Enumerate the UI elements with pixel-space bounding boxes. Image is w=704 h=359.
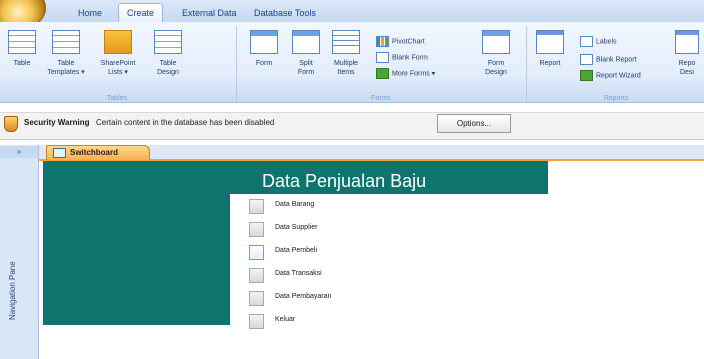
pivotchart-icon bbox=[376, 36, 389, 47]
pivotchart-button[interactable]: PivotChart bbox=[376, 36, 425, 48]
blank-form-icon bbox=[376, 52, 389, 63]
report-design-button[interactable]: Repo Desi bbox=[670, 30, 704, 88]
multiple-items-icon bbox=[332, 30, 360, 54]
menu-button[interactable] bbox=[249, 245, 264, 260]
navigation-pane bbox=[0, 145, 39, 359]
table-templates-button[interactable]: Table Templates ▾ bbox=[46, 30, 86, 88]
more-forms-button[interactable]: More Forms ▾ bbox=[376, 68, 435, 80]
navigation-pane-label[interactable]: Navigation Pane bbox=[8, 260, 20, 320]
menu-button[interactable] bbox=[249, 314, 264, 329]
table-icon bbox=[8, 30, 36, 54]
form-design-button[interactable]: Form Design bbox=[476, 30, 516, 88]
switchboard-tab[interactable]: Switchboard bbox=[46, 145, 150, 160]
security-warning-message: Certain content in the database has been… bbox=[96, 118, 275, 127]
report-design-icon bbox=[675, 30, 699, 54]
tab-database-tools[interactable]: Database Tools bbox=[246, 4, 324, 22]
tables-group-label: Tables bbox=[106, 95, 128, 102]
forms-group-label: Forms bbox=[371, 95, 391, 102]
options-button[interactable]: Options... bbox=[437, 114, 511, 133]
labels-button[interactable]: Labels bbox=[580, 36, 617, 48]
table-templates-icon bbox=[52, 30, 80, 54]
form-icon bbox=[250, 30, 278, 54]
security-warning-title: Security Warning bbox=[24, 118, 90, 127]
sharepoint-lists-icon bbox=[104, 30, 132, 54]
blank-report-icon bbox=[580, 54, 593, 65]
menu-button[interactable] bbox=[249, 291, 264, 306]
blank-form-button[interactable]: Blank Form bbox=[376, 52, 428, 64]
group-divider bbox=[526, 26, 527, 102]
table-button[interactable]: Table bbox=[2, 30, 42, 88]
more-forms-icon bbox=[376, 68, 389, 79]
table-design-icon bbox=[154, 30, 182, 54]
labels-icon bbox=[580, 36, 593, 47]
form-design-icon bbox=[482, 30, 510, 54]
report-wizard-icon bbox=[580, 70, 593, 81]
menu-button[interactable] bbox=[249, 268, 264, 283]
tab-create[interactable]: Create bbox=[118, 3, 164, 24]
sharepoint-lists-button[interactable]: SharePoint Lists ▾ bbox=[98, 30, 138, 88]
multiple-items-button[interactable]: Multiple Items bbox=[326, 30, 366, 88]
table-design-button[interactable]: Table Design bbox=[148, 30, 188, 88]
report-icon bbox=[536, 30, 564, 54]
nav-pane-toggle[interactable]: » bbox=[0, 146, 38, 158]
form-button[interactable]: Form bbox=[244, 30, 284, 88]
group-divider bbox=[236, 26, 237, 102]
split-form-icon bbox=[292, 30, 320, 54]
blank-report-button[interactable]: Blank Report bbox=[580, 54, 636, 66]
split-form-button[interactable]: Split Form bbox=[286, 30, 326, 88]
form-title: Data Penjualan Baju bbox=[262, 171, 427, 191]
reports-group-label: Reports bbox=[603, 95, 629, 102]
tab-external-data[interactable]: External Data bbox=[174, 4, 245, 22]
tab-home[interactable]: Home bbox=[70, 4, 110, 22]
menu-button[interactable] bbox=[249, 199, 264, 214]
shield-icon bbox=[4, 116, 18, 132]
form-icon bbox=[53, 147, 66, 158]
report-wizard-button[interactable]: Report Wizard bbox=[580, 70, 641, 82]
menu-button[interactable] bbox=[249, 222, 264, 237]
report-button[interactable]: Report bbox=[530, 30, 570, 88]
